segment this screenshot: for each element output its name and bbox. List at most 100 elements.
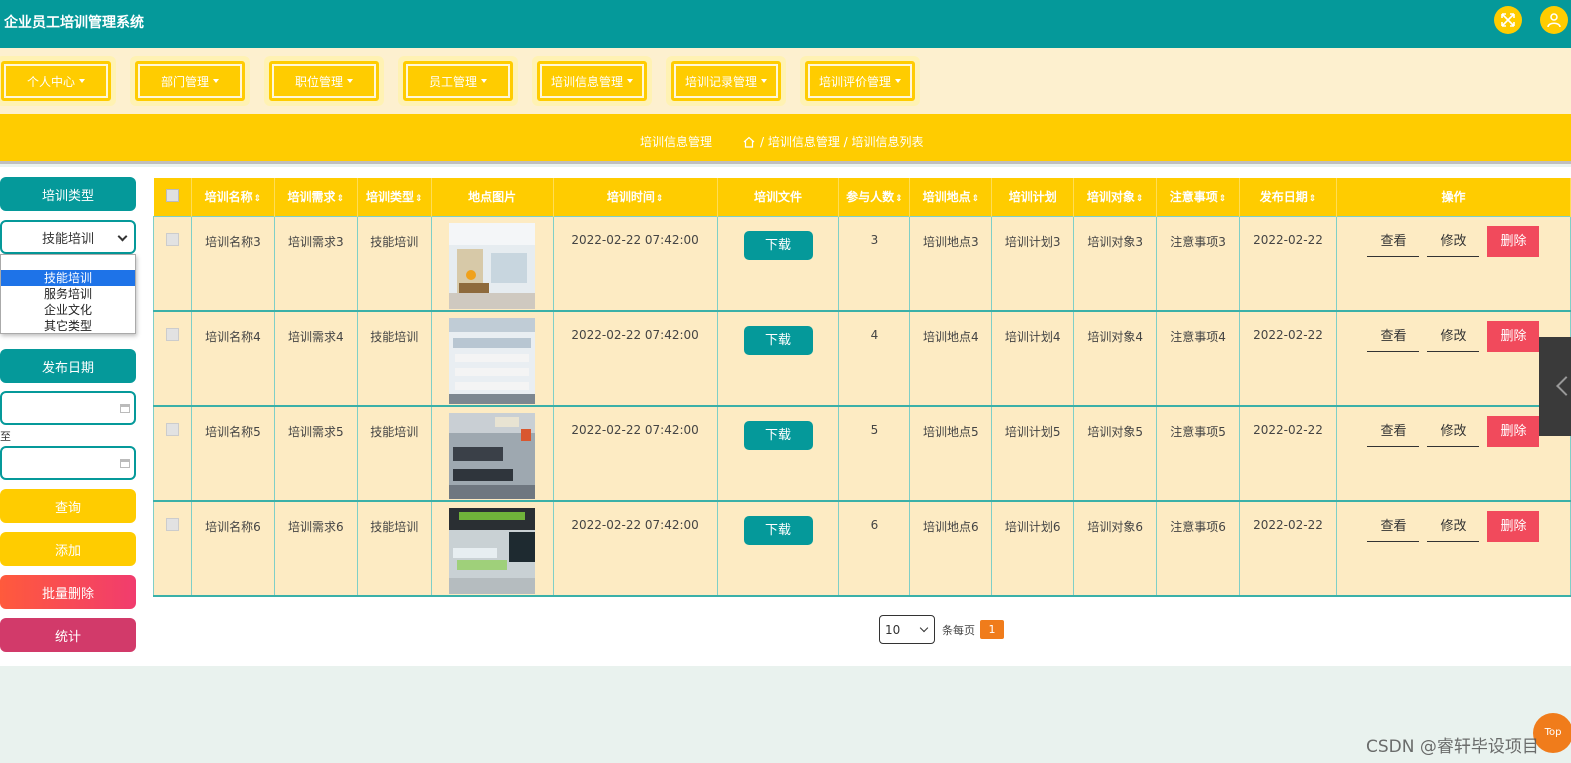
col-header[interactable]: 培训类型⇕: [357, 178, 432, 216]
date-end-input[interactable]: [0, 446, 136, 480]
cell-actions: 查看 修改 删除: [1335, 405, 1571, 502]
cell-target: 培训对象4: [1073, 310, 1158, 407]
location-image[interactable]: [449, 508, 536, 594]
caret-down-icon: [627, 79, 633, 83]
chevron-down-icon: [919, 623, 929, 633]
training-type-label: 培训类型: [0, 177, 136, 211]
page-button-current[interactable]: 1: [980, 620, 1004, 639]
caret-down-icon: [347, 79, 353, 83]
delete-button[interactable]: 删除: [1487, 225, 1540, 257]
location-image[interactable]: [449, 318, 536, 404]
edit-button[interactable]: 修改: [1427, 321, 1480, 352]
sort-icon: ⇕: [1308, 194, 1317, 205]
cell-actions: 查看 修改 删除: [1335, 215, 1571, 312]
col-header[interactable]: 发布日期⇕: [1239, 178, 1337, 216]
cell-location-image: [430, 310, 554, 407]
col-header[interactable]: 培训地点⇕: [909, 178, 993, 216]
cell-location-image: [430, 500, 554, 597]
download-button[interactable]: 下载: [743, 230, 813, 260]
nav-item-department[interactable]: 部门管理: [130, 56, 250, 106]
nav-item-personal-center[interactable]: 个人中心: [0, 56, 116, 106]
select-all-checkbox[interactable]: [153, 178, 192, 216]
stats-button[interactable]: 统计: [0, 618, 136, 652]
view-button[interactable]: 查看: [1367, 321, 1420, 352]
row-checkbox[interactable]: [153, 215, 192, 312]
col-header: 地点图片: [431, 178, 554, 216]
calendar-icon: [120, 404, 130, 413]
cell-name: 培训名称3: [190, 215, 275, 312]
sort-icon: ⇕: [414, 194, 423, 205]
edit-button[interactable]: 修改: [1427, 511, 1480, 542]
dropdown-option[interactable]: 服务培训: [1, 286, 135, 302]
col-header: 培训计划: [991, 178, 1075, 216]
training-table: 培训名称⇕ 培训需求⇕ 培训类型⇕ 地点图片 培训时间⇕ 培训文件 参与人数⇕ …: [153, 178, 1571, 597]
row-checkbox[interactable]: [153, 310, 192, 407]
nav-item-training-evaluation[interactable]: 培训评价管理: [800, 56, 920, 106]
breadcrumb: / 培训信息管理 / 培训信息列表: [743, 133, 924, 150]
nav-item-training-record[interactable]: 培训记录管理: [666, 56, 786, 106]
col-header[interactable]: 参与人数⇕: [838, 178, 911, 216]
cell-location-image: [430, 215, 554, 312]
sort-icon: ⇕: [1135, 194, 1144, 205]
edit-button[interactable]: 修改: [1427, 416, 1480, 447]
col-header: 操作: [1336, 178, 1571, 216]
cell-name: 培训名称4: [190, 310, 275, 407]
cell-name: 培训名称6: [190, 500, 275, 597]
download-button[interactable]: 下载: [743, 421, 813, 450]
fullscreen-icon[interactable]: [1494, 6, 1522, 34]
per-page-label: 条每页: [942, 624, 975, 637]
page-size-select[interactable]: 10: [879, 615, 935, 644]
col-header[interactable]: 培训需求⇕: [274, 178, 358, 216]
delete-button[interactable]: 删除: [1487, 321, 1540, 352]
batch-delete-button[interactable]: 批量删除: [0, 575, 136, 609]
cell-date: 2022-02-22: [1239, 310, 1337, 407]
cell-plan: 培训计划4: [991, 310, 1075, 407]
row-checkbox[interactable]: [153, 405, 192, 502]
delete-button[interactable]: 删除: [1487, 416, 1540, 447]
download-button[interactable]: 下载: [743, 516, 813, 545]
dropdown-option[interactable]: 其它类型: [1, 318, 135, 334]
cell-time: 2022-02-22 07:42:00: [552, 500, 718, 597]
chevron-left-icon: [1556, 376, 1571, 396]
dropdown-option[interactable]: 技能培训: [1, 270, 135, 286]
view-button[interactable]: 查看: [1367, 226, 1420, 257]
cell-notes: 注意事项4: [1156, 310, 1241, 407]
cell-count: 6: [838, 500, 911, 597]
row-checkbox[interactable]: [153, 500, 192, 597]
side-collapse-tab[interactable]: [1539, 337, 1571, 436]
col-header[interactable]: 注意事项⇕: [1156, 178, 1241, 216]
cell-time: 2022-02-22 07:42:00: [552, 310, 718, 407]
cell-target: 培训对象6: [1073, 500, 1158, 597]
nav-item-employee[interactable]: 员工管理: [398, 56, 518, 106]
cell-demand: 培训需求3: [273, 215, 358, 312]
cell-plan: 培训计划5: [991, 405, 1075, 502]
delete-button[interactable]: 删除: [1487, 511, 1540, 542]
cell-demand: 培训需求6: [273, 500, 358, 597]
home-icon[interactable]: [743, 136, 755, 148]
location-image[interactable]: [449, 413, 536, 499]
add-button[interactable]: 添加: [0, 532, 136, 566]
query-button[interactable]: 查询: [0, 489, 136, 523]
view-button[interactable]: 查看: [1367, 511, 1420, 542]
cell-notes: 注意事项5: [1156, 405, 1241, 502]
view-button[interactable]: 查看: [1367, 416, 1420, 447]
training-type-select[interactable]: 技能培训: [0, 220, 136, 254]
sort-icon: ⇕: [1218, 194, 1227, 205]
user-icon[interactable]: [1540, 6, 1568, 34]
cell-plan: 培训计划3: [991, 215, 1075, 312]
caret-down-icon: [895, 79, 901, 83]
date-start-input[interactable]: [0, 391, 136, 425]
caret-down-icon: [761, 79, 767, 83]
cell-actions: 查看 修改 删除: [1335, 310, 1571, 407]
col-header[interactable]: 培训时间⇕: [553, 178, 718, 216]
table-row: 培训名称3 培训需求3 技能培训 2022-02-22 07:42:00 下载 3 培训地点…: [153, 215, 1571, 312]
date-range-separator: 至: [0, 430, 11, 443]
col-header[interactable]: 培训名称⇕: [191, 178, 275, 216]
edit-button[interactable]: 修改: [1427, 226, 1480, 257]
location-image[interactable]: [449, 222, 536, 309]
nav-item-training-info[interactable]: 培训信息管理: [532, 56, 652, 106]
nav-item-position[interactable]: 职位管理: [264, 56, 384, 106]
dropdown-option[interactable]: 企业文化: [1, 302, 135, 318]
download-button[interactable]: 下载: [743, 326, 813, 355]
col-header[interactable]: 培训对象⇕: [1073, 178, 1158, 216]
